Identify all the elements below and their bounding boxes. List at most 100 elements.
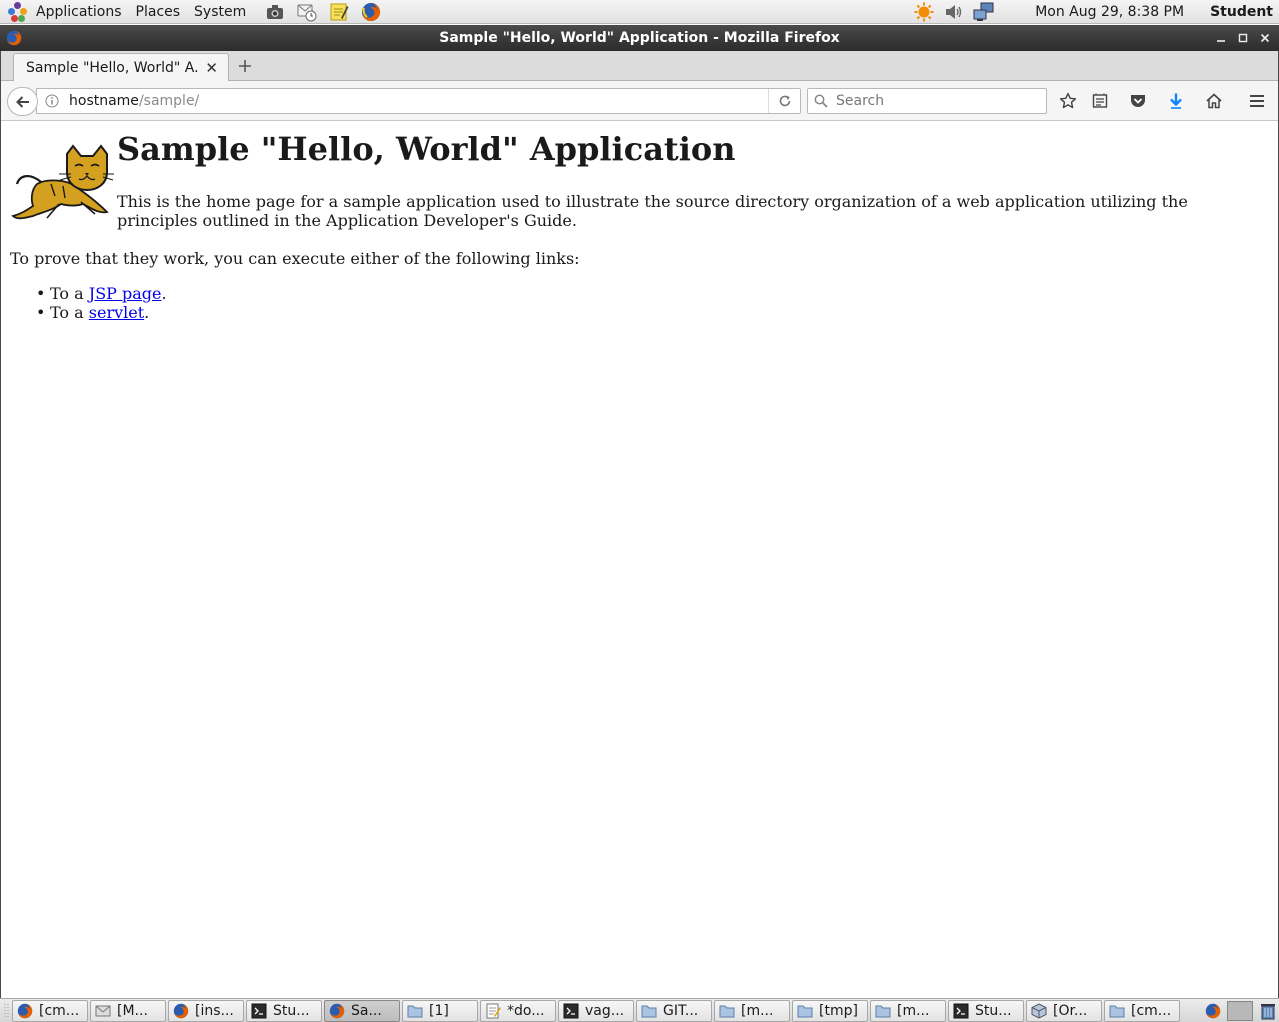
taskbar-item[interactable]: [m... — [870, 999, 946, 1022]
window-border-left — [0, 51, 1, 999]
applications-menu-label: Applications — [36, 3, 122, 20]
taskbar-item[interactable]: vag... — [558, 999, 634, 1022]
terminal-icon — [563, 1003, 579, 1019]
places-menu[interactable]: Places — [129, 0, 188, 24]
taskbar-item-label: [cm... — [1131, 1002, 1172, 1019]
taskbar-item-label: Stu... — [975, 1002, 1012, 1019]
search-placeholder: Search — [836, 93, 885, 109]
folder-icon — [719, 1003, 735, 1019]
folder-icon — [875, 1003, 891, 1019]
tomcat-logo — [11, 144, 115, 220]
reading-list-icon[interactable] — [1089, 90, 1111, 112]
taskbar: [cm... [M... [ins... Stu... Sa... [1] *do... va… — [0, 998, 1279, 1022]
system-menu-label: System — [194, 3, 247, 20]
url-path: /sample/ — [138, 93, 200, 109]
bookmark-star-icon[interactable] — [1057, 90, 1079, 112]
taskbar-item[interactable]: [tmp] — [792, 999, 868, 1022]
folder-icon — [797, 1003, 813, 1019]
folder-icon — [641, 1003, 657, 1019]
url-bar[interactable]: hostname/sample/ — [36, 88, 801, 114]
taskbar-item[interactable]: Sa... — [324, 999, 400, 1022]
network-icon[interactable] — [972, 1, 996, 23]
taskbar-item[interactable]: [cm... — [12, 999, 88, 1022]
taskbar-item[interactable]: [1] — [402, 999, 478, 1022]
list-item-jsp: To a JSP page. — [36, 284, 167, 303]
taskbar-item-label: [ins... — [195, 1002, 234, 1019]
page-title: Sample "Hello, World" Application — [117, 130, 736, 168]
taskbar-grip[interactable] — [2, 1001, 12, 1021]
mail-icon — [95, 1003, 111, 1019]
firefox-launcher-icon[interactable] — [359, 1, 383, 23]
servlet-link[interactable]: servlet — [89, 303, 144, 322]
top-panel: Applications Places System Mon Aug 29, 8… — [0, 0, 1279, 24]
trash-icon[interactable] — [1257, 1001, 1279, 1021]
jsp-page-link[interactable]: JSP page — [89, 284, 162, 303]
terminal-icon — [251, 1003, 267, 1019]
taskbar-item[interactable]: [M... — [90, 999, 166, 1022]
close-window-button[interactable] — [1257, 28, 1273, 48]
tab-title: Sample "Hello, World" A... — [26, 60, 200, 76]
user-name[interactable]: Student — [1210, 4, 1273, 20]
minimize-button[interactable] — [1213, 28, 1229, 48]
tab-close-icon[interactable]: ✕ — [205, 59, 218, 77]
back-button[interactable] — [7, 87, 38, 116]
list-item-prefix: To a — [50, 284, 89, 303]
firefox-window-icon[interactable] — [6, 30, 22, 46]
clock[interactable]: Mon Aug 29, 8:38 PM — [1035, 4, 1184, 20]
new-tab-button[interactable] — [236, 57, 254, 75]
pocket-icon[interactable] — [1127, 90, 1149, 112]
taskbar-item[interactable]: [ins... — [168, 999, 244, 1022]
volume-icon[interactable] — [942, 1, 966, 23]
taskbar-item-label: vag... — [585, 1002, 625, 1019]
tab-sample-hello-world[interactable]: Sample "Hello, World" A... ✕ — [13, 53, 229, 82]
taskbar-item[interactable]: *do... — [480, 999, 556, 1022]
taskbar-item-label: [m... — [741, 1002, 774, 1019]
applications-menu[interactable]: Applications — [0, 0, 129, 24]
window-title: Sample "Hello, World" Application - Mozi… — [439, 30, 840, 46]
taskbar-item[interactable]: Stu... — [948, 999, 1024, 1022]
taskbar-item[interactable]: [m... — [714, 999, 790, 1022]
window-title-bar[interactable]: Sample "Hello, World" Application - Mozi… — [0, 25, 1279, 51]
url-text[interactable]: hostname/sample/ — [69, 93, 768, 109]
firefox-icon — [17, 1003, 33, 1019]
places-menu-label: Places — [135, 3, 181, 20]
taskbar-item[interactable]: [Or... — [1026, 999, 1102, 1022]
folder-icon — [1109, 1003, 1125, 1019]
screenshot-camera-icon[interactable] — [263, 1, 287, 23]
search-input[interactable]: Search — [807, 88, 1047, 114]
taskbar-item-label: [Or... — [1053, 1002, 1088, 1019]
list-item-servlet: To a servlet. — [36, 303, 167, 322]
list-item-suffix: . — [161, 284, 167, 303]
workspace-switcher[interactable] — [1227, 1001, 1253, 1021]
taskbar-item-label: [1] — [429, 1002, 449, 1019]
taskbar-item-label: *do... — [507, 1002, 545, 1019]
site-info-icon[interactable] — [41, 94, 63, 108]
taskbar-item[interactable]: Stu... — [246, 999, 322, 1022]
taskbar-item-label: Sa... — [351, 1002, 382, 1019]
virtualbox-icon — [1031, 1002, 1047, 1019]
list-item-suffix: . — [144, 303, 150, 322]
gnome-foot-icon — [8, 1, 28, 22]
terminal-icon — [953, 1003, 969, 1019]
firefox-tray-icon[interactable] — [1203, 1001, 1223, 1021]
taskbar-item[interactable]: GIT... — [636, 999, 712, 1022]
text-editor-icon — [485, 1003, 501, 1019]
mail-clock-icon[interactable] — [295, 1, 319, 23]
taskbar-item-label: [cm... — [39, 1002, 80, 1019]
page-content: Sample "Hello, World" Application This i… — [1, 122, 1278, 997]
home-icon[interactable] — [1203, 90, 1225, 112]
firefox-icon — [173, 1003, 189, 1019]
search-icon — [810, 94, 832, 108]
system-menu[interactable]: System — [187, 0, 253, 24]
hamburger-menu-icon[interactable] — [1246, 90, 1268, 112]
taskbar-item[interactable]: [cm... — [1104, 999, 1180, 1022]
downloads-icon[interactable] — [1165, 90, 1187, 112]
notes-editor-icon[interactable] — [327, 1, 351, 23]
taskbar-item-label: GIT... — [663, 1002, 699, 1019]
maximize-button[interactable] — [1235, 28, 1251, 48]
list-item-prefix: To a — [50, 303, 89, 322]
update-notifier-icon[interactable] — [912, 1, 936, 23]
prove-paragraph: To prove that they work, you can execute… — [10, 249, 580, 268]
navigation-toolbar: hostname/sample/ Search — [0, 81, 1279, 121]
reload-icon[interactable] — [768, 89, 800, 113]
